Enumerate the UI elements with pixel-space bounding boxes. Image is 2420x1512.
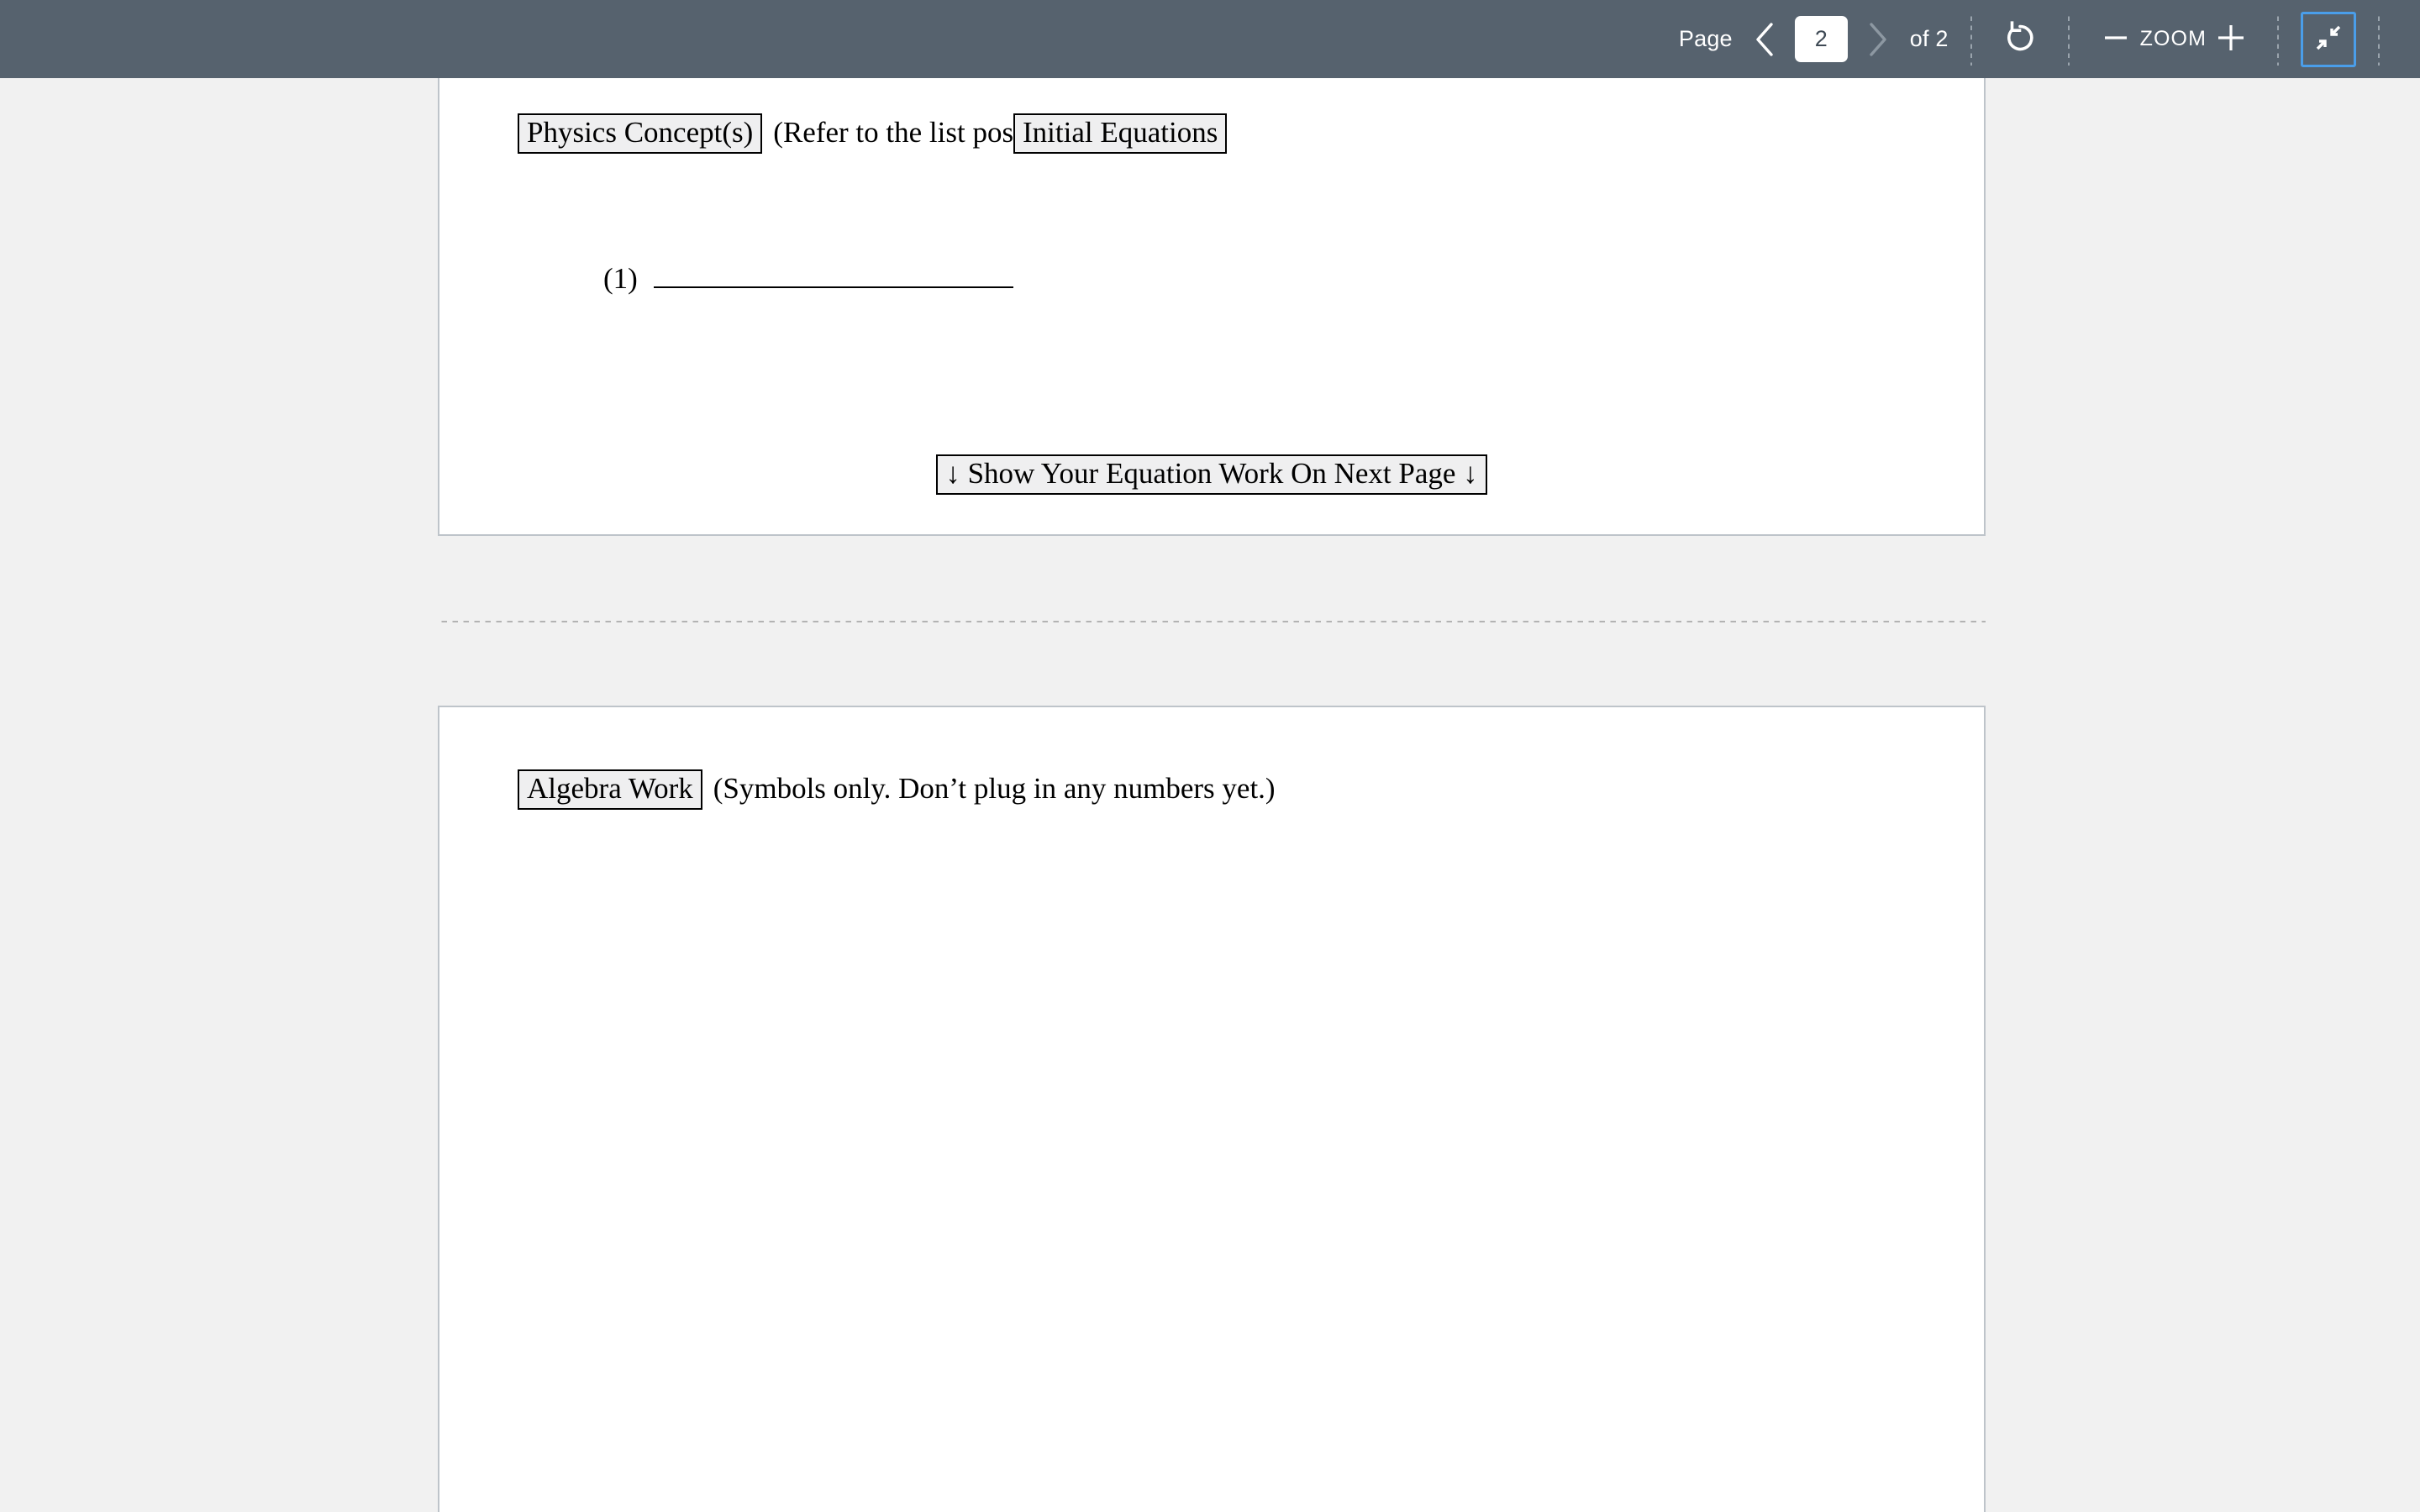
initial-equations-row: Initial Equations: [1013, 113, 1228, 154]
chevron-right-icon: [1867, 22, 1889, 57]
document-scroll-area[interactable]: Physics Concept(s) (Refer to the list po…: [0, 78, 2420, 1512]
page-separator: [438, 621, 1986, 622]
page-label: Page: [1678, 26, 1733, 51]
pdf-page-2: Algebra Work (Symbols only. Don’t plug i…: [438, 706, 1986, 1512]
exit-fullscreen-button[interactable]: [2301, 11, 2356, 67]
algebra-work-row: Algebra Work (Symbols only. Don’t plug i…: [518, 769, 1276, 810]
page-number-input[interactable]: [1794, 16, 1848, 62]
zoom-group: ZOOM: [2091, 0, 2255, 78]
minus-icon: [2102, 24, 2130, 55]
toolbar-divider-3: [2277, 13, 2279, 66]
algebra-work-box: Algebra Work: [518, 769, 702, 810]
rotate-group: [1994, 0, 2046, 78]
rotate-button[interactable]: [1994, 13, 2046, 66]
page-total-label: of 2: [1909, 26, 1949, 51]
item-1-number: (1): [603, 262, 638, 295]
toolbar-divider-1: [1970, 13, 1972, 66]
answer-blank-rule-1: [653, 286, 1013, 288]
exit-fullscreen-icon: [2312, 21, 2345, 57]
chevron-left-icon: [1754, 22, 1776, 57]
toolbar-divider-4: [2378, 13, 2380, 66]
previous-page-button[interactable]: [1741, 13, 1788, 66]
zoom-out-button[interactable]: [2091, 13, 2140, 66]
pdf-viewer-toolbar: Page of 2: [0, 0, 2420, 78]
next-page-notice-box: ↓ Show Your Equation Work On Next Page ↓: [936, 454, 1487, 495]
plus-icon: [2215, 22, 2247, 56]
zoom-label: ZOOM: [2139, 27, 2207, 50]
zoom-in-button[interactable]: [2207, 13, 2255, 66]
answer-line-1: (1): [603, 264, 1013, 293]
next-page-notice-row: ↓ Show Your Equation Work On Next Page ↓: [439, 454, 1984, 495]
pdf-page-1: Physics Concept(s) (Refer to the list po…: [438, 78, 1986, 536]
initial-equations-box: Initial Equations: [1013, 113, 1228, 154]
next-page-button[interactable]: [1854, 13, 1902, 66]
toolbar-divider-2: [2067, 13, 2070, 66]
rotate-clockwise-icon: [2002, 19, 2039, 59]
physics-concepts-box: Physics Concept(s): [518, 113, 763, 154]
page-navigation-group: Page of 2: [1679, 0, 1949, 78]
algebra-work-note: (Symbols only. Don’t plug in any numbers…: [713, 772, 1276, 805]
